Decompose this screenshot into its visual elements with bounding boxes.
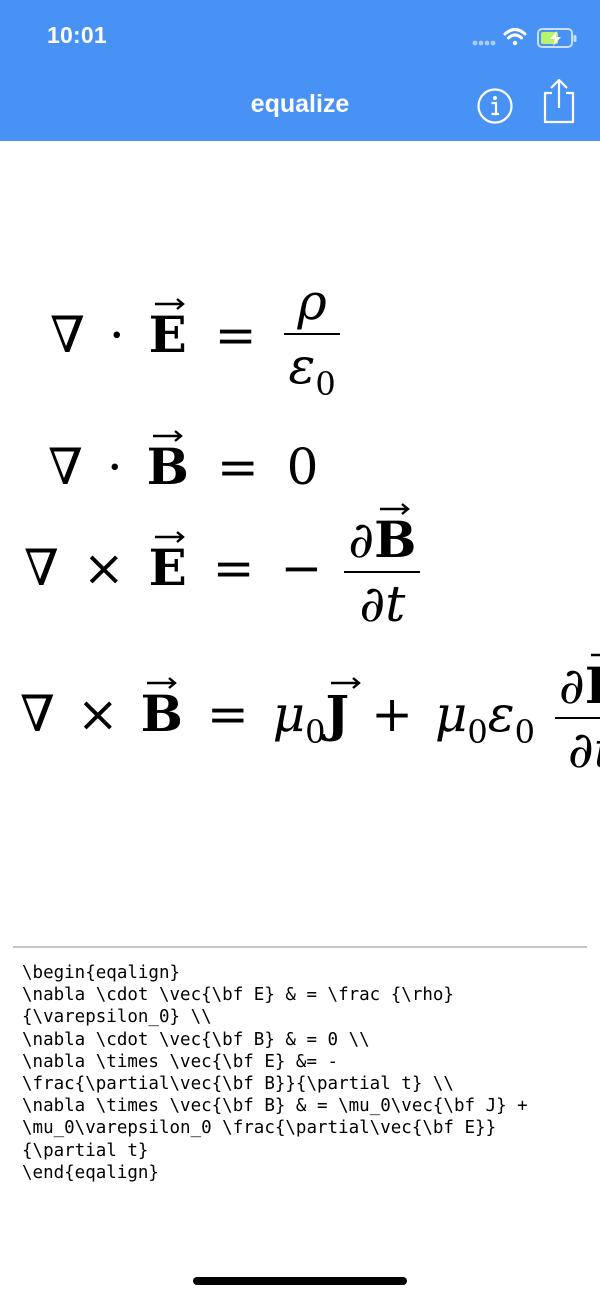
equation-3: ∇ × E = − ∂ B ∂t <box>24 503 421 633</box>
cellular-signal-icon <box>472 40 496 46</box>
nabla-symbol: ∇ <box>50 306 85 364</box>
cross-operator: × <box>82 539 125 597</box>
equation-4: ∇ × B = μ0J + μ0ε0 ∂E ∂t <box>20 653 600 779</box>
mu-symbol: μ <box>434 685 468 743</box>
fraction-rho-over-epsilon: ρ ε0 <box>284 273 340 403</box>
denominator: ε0 <box>288 337 336 403</box>
vector-arrow-icon <box>331 677 362 689</box>
vector-b: B <box>141 677 183 739</box>
nabla-symbol: ∇ <box>24 539 59 597</box>
plus-sign: + <box>371 685 413 743</box>
epsilon-symbol: ε <box>487 685 515 743</box>
equals-sign: = <box>206 685 249 743</box>
epsilon-subscript: 0 <box>514 713 535 751</box>
mu-subscript: 0 <box>467 713 488 751</box>
dot-operator: · <box>108 306 125 364</box>
home-indicator[interactable] <box>193 1277 407 1285</box>
vector-arrow-icon <box>154 298 185 310</box>
vector-e: E <box>149 298 187 360</box>
denominator: ∂t <box>359 575 406 633</box>
equals-sign: = <box>214 306 257 364</box>
equation-2: ∇ · B = 0 <box>48 430 318 492</box>
status-icons <box>472 28 577 48</box>
nav-header: 10:01 equalize <box>0 0 600 141</box>
equals-sign: = <box>212 539 255 597</box>
info-circle-icon <box>477 88 513 124</box>
mu-symbol: μ <box>272 685 306 743</box>
equals-sign: = <box>216 438 259 496</box>
info-button[interactable] <box>476 87 514 125</box>
denominator: ∂t <box>567 721 600 779</box>
battery-charging-icon <box>537 28 577 48</box>
fraction-dE-over-dt: ∂E ∂t <box>554 653 600 779</box>
vector-arrow-icon <box>146 677 177 689</box>
equation-1: ∇ · E = ρ ε0 <box>50 277 340 400</box>
share-icon <box>543 78 575 124</box>
vector-j: J <box>325 677 362 739</box>
vector-b: B <box>147 430 189 492</box>
numerator: ρ <box>297 273 327 331</box>
vector-arrow-icon <box>154 531 185 543</box>
latex-source-input[interactable]: \begin{eqalign} \nabla \cdot \vec{\bf E}… <box>22 962 592 1184</box>
dot-operator: · <box>106 438 123 496</box>
numerator: ∂ B <box>344 503 420 565</box>
fraction-dB-over-dt: ∂ B ∂t <box>344 503 421 633</box>
equation-display: ∇ · E = ρ ε0 ∇ · B = 0 ∇ × E = − ∂ B ∂t … <box>0 141 600 931</box>
vector-arrow-icon <box>152 430 183 442</box>
cross-operator: × <box>76 685 119 743</box>
wifi-icon <box>503 28 527 46</box>
vector-e: E <box>149 531 187 593</box>
divider <box>13 946 587 948</box>
numerator: ∂E <box>555 653 600 711</box>
minus-sign: − <box>280 539 323 597</box>
zero-value: 0 <box>286 438 319 496</box>
share-button[interactable] <box>540 78 578 124</box>
nabla-symbol: ∇ <box>20 685 55 743</box>
nabla-symbol: ∇ <box>48 438 83 496</box>
status-time: 10:01 <box>47 22 107 48</box>
mu-subscript: 0 <box>305 713 326 751</box>
